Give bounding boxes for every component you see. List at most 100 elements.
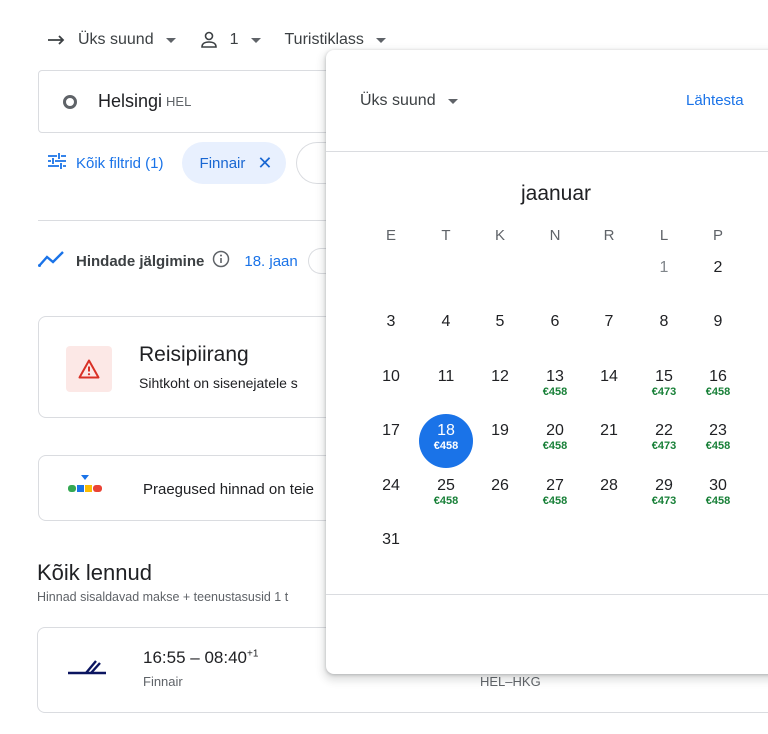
- day-number: 22: [655, 422, 673, 439]
- day-number: 10: [382, 368, 400, 385]
- weekday-label: L: [659, 227, 669, 244]
- day-number: 19: [491, 422, 509, 439]
- calendar-day[interactable]: 13 €458: [528, 360, 582, 414]
- calendar-day[interactable]: 6: [528, 305, 582, 359]
- day-price: €473: [651, 440, 677, 452]
- origin-city: Helsingi: [98, 91, 163, 111]
- calendar-day[interactable]: 29 €473: [637, 469, 691, 523]
- date-picker-dialog: Üks suund Lähtesta jaanuar ETKNRLP 12345…: [326, 50, 768, 674]
- day-price: €458: [542, 386, 568, 398]
- day-price: €458: [433, 495, 459, 507]
- passengers-select[interactable]: 1: [200, 31, 261, 49]
- calendar-day[interactable]: 3: [364, 305, 418, 359]
- person-icon: [200, 31, 218, 49]
- reset-button[interactable]: Lähtesta: [686, 92, 744, 109]
- restriction-subtitle: Sihtkoht on sisenejatele s: [139, 375, 298, 391]
- price-insight-icon: [67, 474, 105, 501]
- all-flights-heading: Kõik lennud: [37, 560, 152, 585]
- calendar-day[interactable]: 31: [364, 523, 418, 577]
- calendar-day[interactable]: 19: [473, 414, 527, 468]
- calendar-day[interactable]: 15 €473: [637, 360, 691, 414]
- day-price: €458: [542, 495, 568, 507]
- price-tracking-label: Hindade jälgimine: [76, 252, 205, 270]
- calendar-day[interactable]: 20 €458: [528, 414, 582, 468]
- calendar-day[interactable]: 21: [582, 414, 636, 468]
- restriction-title: Reisipiirang: [139, 343, 249, 366]
- calendar-day[interactable]: 25 €458: [419, 469, 473, 523]
- day-price: €458: [705, 386, 731, 398]
- calendar-day[interactable]: 22 €473: [637, 414, 691, 468]
- calendar-day[interactable]: 9: [691, 305, 745, 359]
- day-number: 13: [546, 368, 564, 385]
- day-price: €473: [651, 386, 677, 398]
- flight-times: 16:55 – 08:40+1: [143, 648, 258, 668]
- all-filters-button[interactable]: Kõik filtrid (1): [48, 153, 164, 173]
- price-insight-text: Praegused hinnad on teie: [143, 481, 314, 498]
- calendar-day[interactable]: 23 €458: [691, 414, 745, 468]
- calendar-day[interactable]: 5: [473, 305, 527, 359]
- calendar-day[interactable]: 7: [582, 305, 636, 359]
- weekday-label: K: [494, 227, 505, 244]
- calendar-day[interactable]: 28: [582, 469, 636, 523]
- calendar-day[interactable]: 12: [473, 360, 527, 414]
- trip-type-select[interactable]: Üks suund: [48, 31, 176, 49]
- airline-chip-label: Finnair: [199, 154, 246, 172]
- flight-time-range: 16:55 – 08:40: [143, 648, 247, 667]
- calendar-day[interactable]: 27 €458: [528, 469, 582, 523]
- calendar-day[interactable]: 8: [637, 305, 691, 359]
- day-number: 29: [655, 477, 673, 494]
- calendar-day[interactable]: 24: [364, 469, 418, 523]
- dialog-footer-divider: [326, 594, 768, 595]
- day-price: €458: [542, 440, 568, 452]
- trending-icon: [38, 250, 66, 272]
- tune-icon: [48, 153, 76, 173]
- close-icon[interactable]: ✕: [257, 154, 272, 172]
- day-number: 28: [600, 477, 618, 494]
- calendar-day[interactable]: 10: [364, 360, 418, 414]
- calendar-day[interactable]: 26: [473, 469, 527, 523]
- weekday-label: T: [441, 227, 451, 244]
- weekday-label: E: [385, 227, 396, 244]
- calendar-day[interactable]: 17: [364, 414, 418, 468]
- day-price: €458: [705, 440, 731, 452]
- calendar-day[interactable]: 16 €458: [691, 360, 745, 414]
- tracking-date: 18. jaan: [244, 252, 298, 270]
- origin-circle-icon: [63, 94, 77, 109]
- dialog-trip-type-select[interactable]: Üks suund: [360, 92, 458, 110]
- info-icon[interactable]: [212, 250, 230, 272]
- chevron-down-icon: [447, 98, 458, 104]
- day-number: 25: [437, 477, 455, 494]
- calendar-day[interactable]: 4: [419, 305, 473, 359]
- cabin-class-select[interactable]: Turistiklass: [285, 31, 386, 49]
- day-number: 31: [382, 531, 400, 548]
- calendar-day[interactable]: 14: [582, 360, 636, 414]
- filter-chip-partial[interactable]: [296, 142, 327, 184]
- day-number: 17: [382, 422, 400, 439]
- calendar-day[interactable]: 18 €458: [419, 414, 473, 468]
- day-number: 18: [437, 422, 455, 439]
- calendar-day[interactable]: 1: [637, 251, 691, 305]
- calendar-day[interactable]: 30 €458: [691, 469, 745, 523]
- price-tracking-row: Hindade jälgimine 18. jaan: [38, 248, 328, 274]
- tracking-toggle[interactable]: [307, 248, 328, 274]
- trip-type-label: Üks suund: [78, 31, 154, 48]
- day-number: 12: [491, 368, 509, 385]
- calendar-day[interactable]: 2: [691, 251, 745, 305]
- day-number: 30: [709, 477, 727, 494]
- day-number: 24: [382, 477, 400, 494]
- airline-filter-chip[interactable]: Finnair ✕: [181, 142, 287, 184]
- day-number: 6: [550, 313, 560, 330]
- day-number: 16: [709, 368, 727, 385]
- calendar-day[interactable]: 11: [419, 360, 473, 414]
- day-number: 14: [600, 368, 618, 385]
- day-number: 7: [604, 313, 614, 330]
- section-divider: [38, 220, 338, 221]
- all-filters-label: Kõik filtrid (1): [76, 154, 164, 172]
- chevron-down-icon: [250, 37, 261, 43]
- filter-bar: Kõik filtrid (1) Finnair ✕: [48, 142, 327, 184]
- finnair-logo-icon: [66, 658, 108, 683]
- day-number: 3: [386, 313, 396, 330]
- weekday-label: R: [603, 227, 615, 244]
- date-picker-header: Üks suund Lähtesta: [326, 50, 768, 152]
- arrow-right-icon: [48, 34, 66, 46]
